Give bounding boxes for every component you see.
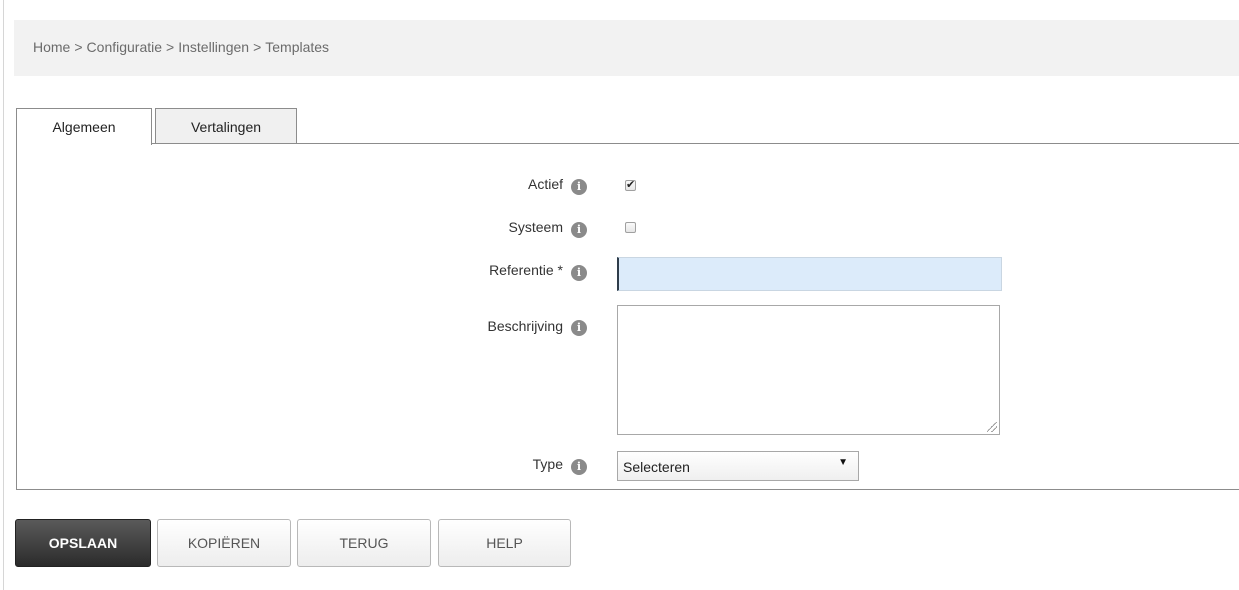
- breadcrumb-bar: Home > Configuratie > Instellingen > Templates: [14, 20, 1239, 76]
- type-select[interactable]: Selecteren ▼: [617, 451, 859, 481]
- tab-vertalingen[interactable]: Vertalingen: [155, 108, 297, 144]
- info-icon[interactable]: i: [571, 320, 587, 336]
- active-checkbox[interactable]: ✔: [625, 178, 636, 191]
- page: Home > Configuratie > Instellingen > Templates…: [0, 0, 1239, 590]
- info-icon[interactable]: i: [571, 265, 587, 281]
- dropdown-arrow-icon: ▼: [838, 457, 848, 468]
- description-textarea[interactable]: [617, 305, 1000, 435]
- breadcrumb-item-instellingen[interactable]: Instellingen: [178, 39, 249, 55]
- breadcrumb-separator: >: [74, 39, 83, 55]
- info-icon[interactable]: i: [571, 222, 587, 238]
- resize-handle-icon[interactable]: [987, 422, 997, 432]
- back-button[interactable]: TERUG: [297, 519, 431, 567]
- breadcrumb-separator: >: [166, 39, 175, 55]
- breadcrumb-item-home[interactable]: Home: [33, 39, 70, 55]
- description-label: Beschrijving: [487, 318, 563, 334]
- breadcrumb-item-configuratie[interactable]: Configuratie: [87, 39, 163, 55]
- left-border: [3, 0, 4, 590]
- checkmark-icon: ✔: [626, 178, 636, 191]
- breadcrumb-item-templates: Templates: [265, 39, 330, 55]
- type-label: Type: [532, 456, 563, 472]
- system-label: Systeem: [508, 219, 563, 235]
- breadcrumb-separator: >: [253, 39, 262, 55]
- system-checkbox[interactable]: [625, 222, 636, 233]
- tab-algemeen[interactable]: Algemeen: [16, 108, 152, 145]
- info-icon[interactable]: i: [571, 179, 587, 195]
- help-button[interactable]: HELP: [438, 519, 571, 567]
- save-button[interactable]: OPSLAAN: [15, 519, 151, 567]
- breadcrumb: Home > Configuratie > Instellingen > Templates: [33, 39, 329, 55]
- type-select-value: Selecteren: [623, 459, 690, 475]
- reference-label: Referentie *: [489, 262, 563, 278]
- info-icon[interactable]: i: [571, 459, 587, 475]
- copy-button[interactable]: KOPIËREN: [157, 519, 291, 567]
- reference-input[interactable]: [617, 257, 1002, 291]
- active-label: Actief: [527, 176, 563, 192]
